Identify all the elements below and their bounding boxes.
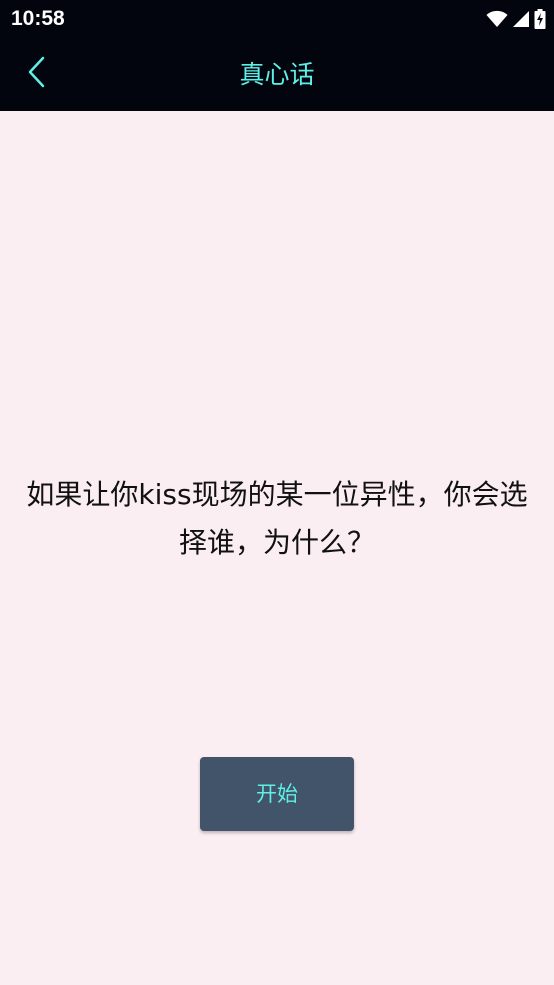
start-button[interactable]: 开始 bbox=[200, 757, 354, 831]
back-button[interactable] bbox=[14, 52, 58, 96]
battery-charging-icon bbox=[534, 9, 546, 29]
main-content: 如果让你kiss现场的某一位异性，你会选择谁，为什么？ 开始 bbox=[0, 111, 554, 985]
signal-icon bbox=[512, 10, 530, 28]
status-icons bbox=[486, 8, 546, 30]
status-time: 10:58 bbox=[11, 7, 65, 30]
status-bar: 10:58 bbox=[0, 0, 554, 38]
toolbar: 真心话 bbox=[0, 38, 554, 111]
page-title: 真心话 bbox=[239, 60, 315, 89]
wifi-icon bbox=[486, 10, 508, 28]
question-text: 如果让你kiss现场的某一位异性，你会选择谁，为什么？ bbox=[26, 478, 528, 559]
chevron-left-icon bbox=[25, 55, 47, 93]
